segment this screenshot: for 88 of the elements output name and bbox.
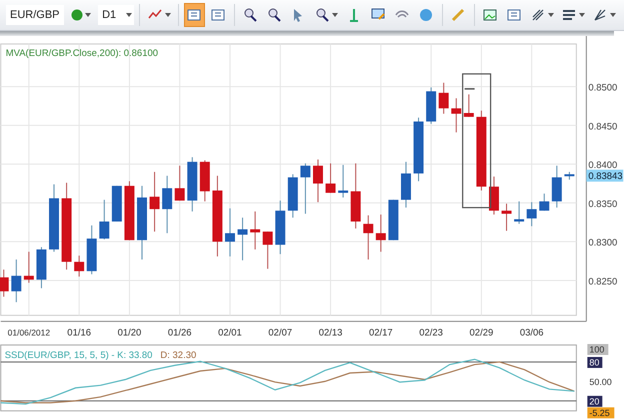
candle (99, 199, 110, 240)
y-tick-label: 20 (589, 396, 600, 407)
level-tag: 100 (587, 344, 608, 356)
candle (363, 214, 374, 260)
ruler-icon (450, 6, 466, 23)
candle (552, 165, 562, 208)
date-label: 02/13 (318, 327, 342, 338)
candle (150, 171, 160, 232)
date-label: 02/01 (218, 327, 242, 338)
candle (49, 184, 59, 252)
candle (313, 158, 323, 203)
candle (187, 156, 198, 212)
value-tag: -5.25 (587, 408, 614, 418)
candle (86, 224, 97, 275)
indicator-label: MVA(EUR/GBP.Close,200): 0.86100 (6, 48, 158, 59)
level-tag: 20 (587, 396, 602, 408)
candle (300, 162, 310, 214)
candle (350, 162, 361, 229)
candle (564, 171, 574, 180)
candle (262, 231, 273, 270)
candle (376, 214, 386, 252)
oscillator-legend: SSD(EUR/GBP, 15, 5, 5) - K: 33.80 D: 32.30 (4, 350, 196, 362)
candle (162, 175, 172, 234)
picture-icon (482, 6, 498, 23)
candle (526, 202, 537, 227)
price-tick-label: 0.8250 (588, 276, 618, 288)
date-label: 01/16 (67, 327, 91, 338)
globe-icon (418, 6, 434, 23)
candle (326, 162, 336, 194)
candle (174, 165, 185, 201)
candle (288, 174, 298, 218)
price-tick-label: 0.8300 (588, 238, 618, 249)
candle (451, 98, 462, 133)
candle (275, 200, 286, 254)
windows-icon (506, 6, 522, 23)
candle (414, 117, 424, 182)
candle (514, 200, 524, 224)
candle (238, 217, 248, 261)
candle (24, 251, 34, 284)
layout-icon (186, 6, 202, 23)
caret-icon (548, 12, 554, 17)
y-tick-label: 80 (589, 358, 600, 368)
price-tick-label: 0.8500 (588, 82, 618, 94)
candle (11, 258, 22, 303)
ball-icon (71, 8, 84, 21)
caret-icon (332, 12, 338, 17)
current-price-tag: 0.83843 (586, 170, 624, 182)
level-label: 50.00 (589, 377, 612, 388)
zoom-out-icon (266, 6, 282, 23)
date-label: 01/06/2012 (8, 327, 50, 338)
window-icon (210, 6, 226, 23)
caret-icon (85, 12, 92, 17)
date-label: 03/06 (520, 327, 544, 338)
candle (401, 161, 411, 208)
date-label: 02/23 (419, 327, 443, 338)
fan-icon (592, 6, 608, 23)
symbol-dropdown[interactable]: EUR/GBP (6, 4, 64, 25)
date-label: 02/29 (470, 327, 494, 338)
timeframe-dropdown[interactable]: D1 (98, 4, 134, 25)
candle (0, 269, 9, 298)
candle (502, 203, 512, 232)
level-tag: 80 (587, 357, 602, 368)
date-label: 02/17 (368, 327, 393, 338)
candle (438, 82, 449, 114)
candle (225, 208, 235, 257)
price-tick-label: 0.8400 (588, 160, 618, 172)
price-tick-label: 0.8350 (588, 198, 618, 210)
zoom-in-icon (242, 6, 258, 23)
caret-icon (164, 12, 171, 17)
zoom-area-icon (314, 6, 330, 23)
candle (426, 86, 436, 124)
candle (36, 246, 46, 289)
caret-icon (610, 12, 616, 17)
price-tick-label: 0.8450 (588, 121, 618, 132)
date-label: 01/26 (168, 327, 192, 338)
candle (539, 193, 550, 212)
candle (200, 160, 210, 202)
candle (464, 94, 474, 118)
candle (250, 210, 260, 250)
date-label: 01/20 (118, 327, 142, 338)
candle (488, 176, 499, 215)
caret-icon (578, 12, 585, 17)
date-label: 02/07 (268, 327, 292, 338)
caret-icon (126, 12, 132, 17)
candle (74, 255, 84, 277)
candle (338, 164, 348, 198)
price-marker (464, 88, 475, 90)
y-tick-label: 100 (589, 344, 604, 355)
